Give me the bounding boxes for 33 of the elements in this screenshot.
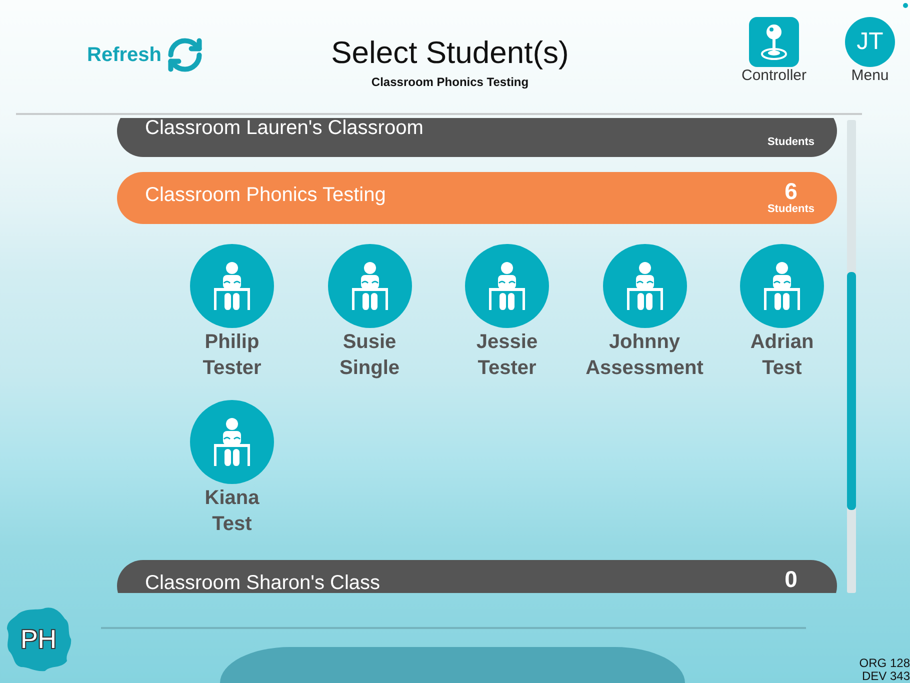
classroom-name: Classroom Sharon's Class — [145, 573, 380, 593]
student-at-desk-icon — [602, 244, 686, 328]
device-label: DEV 343 — [862, 670, 910, 683]
student-at-desk-icon — [328, 244, 412, 328]
student-count: 6 — [784, 179, 798, 203]
student-button[interactable]: Susie Single — [314, 244, 424, 381]
scrollbar-thumb[interactable] — [847, 272, 856, 510]
logo-text: PH — [20, 624, 57, 654]
student-at-desk-icon — [740, 244, 824, 328]
classroom-name: Classroom Lauren's Classroom — [145, 118, 424, 138]
student-button[interactable]: Jessie Tester — [452, 244, 562, 381]
student-at-desk-icon — [190, 400, 274, 484]
student-count-label: Students — [767, 203, 815, 216]
student-button[interactable]: Adrian Test — [727, 244, 837, 381]
logo-blob-icon — [5, 605, 72, 672]
user-avatar: JT — [845, 17, 895, 67]
refresh-icon — [166, 36, 204, 74]
student-button[interactable]: Kiana Test — [177, 400, 287, 537]
student-at-desk-icon — [465, 244, 549, 328]
student-button[interactable]: Philip Tester — [177, 244, 287, 381]
student-at-desk-icon — [190, 244, 274, 328]
page-subtitle: Classroom Phonics Testing — [371, 75, 529, 89]
classroom-header[interactable]: Classroom Lauren's Classroom Students — [117, 118, 837, 157]
menu-button[interactable]: JT Menu — [830, 17, 910, 85]
scrollbar-track[interactable] — [847, 120, 856, 593]
page-title: Select Student(s) — [331, 34, 569, 72]
org-label: ORG 128 — [859, 657, 910, 670]
classroom-header[interactable]: Classroom Sharon's Class 0 — [117, 560, 837, 593]
controller-button[interactable]: Controller — [734, 17, 814, 85]
classroom-name: Classroom Phonics Testing — [145, 185, 386, 205]
joystick-icon — [749, 17, 799, 67]
student-count: 0 — [784, 567, 798, 591]
student-count-label: Students — [767, 136, 815, 149]
